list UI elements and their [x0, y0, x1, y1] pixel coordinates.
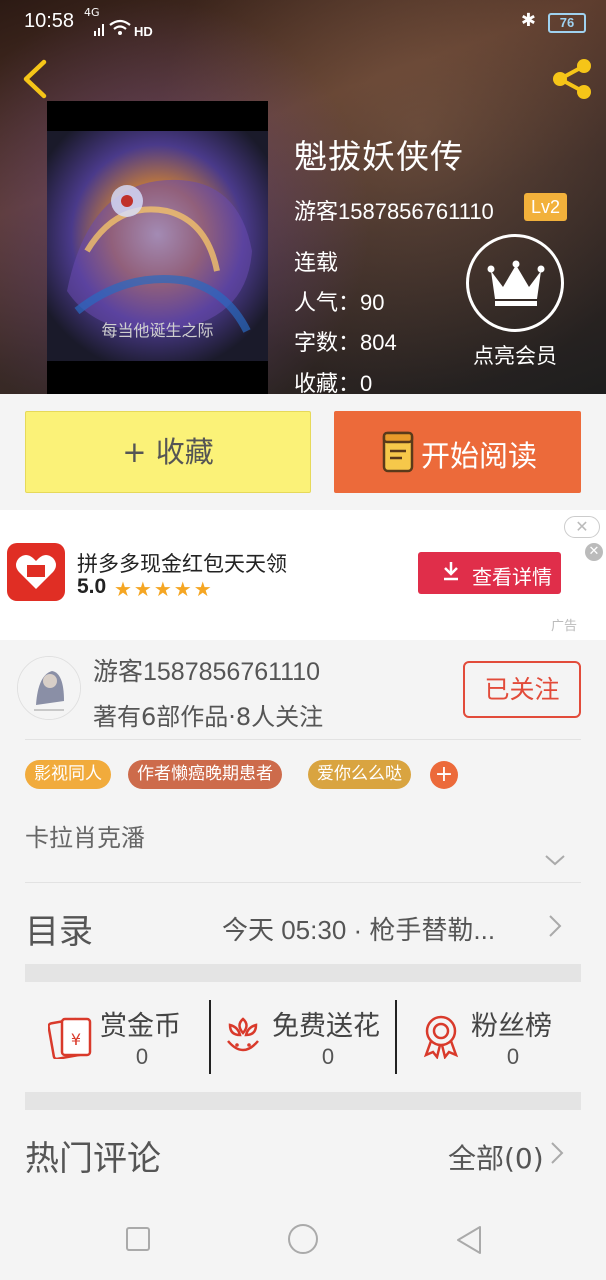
all-comments-link[interactable]: 全部(0)	[448, 1137, 544, 1177]
nav-back-icon[interactable]	[455, 1224, 483, 1256]
vip-button[interactable]	[466, 234, 564, 332]
stat-label-flowers: 免费送花	[272, 1011, 380, 1042]
ad-stars-icon: ★★★★★	[114, 577, 214, 601]
status-time: 10:58	[24, 10, 75, 32]
vip-label[interactable]: 点亮会员	[456, 340, 574, 370]
collect-button[interactable]: + 收藏	[25, 411, 311, 493]
back-arrow-icon[interactable]	[14, 56, 54, 102]
stat-label-reward: 赏金币	[100, 1011, 181, 1042]
add-tag-button[interactable]: +	[430, 761, 458, 789]
book-status: 连载	[294, 250, 339, 275]
book-description: 卡拉肖克潘	[25, 824, 145, 852]
status-bar: 10:58 4G HD ✱ 76	[0, 0, 606, 44]
book-cover[interactable]: 每当他诞生之际	[47, 101, 268, 394]
ad-title: 拼多多现金红包天天领	[77, 552, 287, 576]
start-reading-button[interactable]: 开始阅读	[334, 411, 581, 493]
cover-caption: 每当他诞生之际	[101, 321, 214, 340]
chevron-right-icon[interactable]	[550, 1141, 564, 1165]
toc-label[interactable]: 目录	[25, 904, 93, 953]
book-popularity: 人气：90	[294, 290, 385, 315]
tag-item[interactable]: 作者懒癌晚期患者	[128, 760, 282, 789]
tag-item[interactable]: 影视同人	[25, 760, 111, 789]
book-word-count: 字数：804	[294, 330, 397, 355]
hot-comments-label: 热门评论	[25, 1139, 161, 1179]
svg-text:¥: ¥	[71, 1030, 81, 1049]
download-icon	[444, 562, 458, 581]
level-badge: Lv2	[524, 193, 567, 221]
share-icon[interactable]	[548, 55, 596, 103]
crown-icon	[487, 260, 545, 306]
toc-latest-chapter[interactable]: 今天 05:30 · 枪手替勒...	[222, 910, 495, 947]
ad-dismiss-icon[interactable]: ✕	[585, 543, 603, 561]
ad-rating: 5.0	[77, 575, 107, 598]
section-separator	[25, 964, 581, 982]
stat-label-fans: 粉丝榜	[471, 1011, 552, 1042]
author-name[interactable]: 游客1587856761110	[93, 652, 320, 688]
ad-details-button[interactable]: 查看详情	[418, 552, 561, 594]
stat-value-fans: 0	[506, 1044, 520, 1069]
book-title: 魁拔妖侠传	[294, 137, 464, 176]
author-avatar[interactable]	[17, 656, 81, 720]
follow-button[interactable]: 已关注	[463, 661, 581, 718]
divider	[25, 882, 581, 883]
chevron-right-icon[interactable]	[548, 914, 562, 938]
ad-close-button[interactable]: ✕	[564, 516, 600, 538]
chevron-down-icon[interactable]	[544, 852, 566, 868]
home-button[interactable]	[288, 1224, 318, 1254]
bluetooth-icon: ✱	[520, 10, 536, 31]
flower-icon[interactable]	[220, 1013, 266, 1059]
battery-indicator: 76	[548, 13, 586, 33]
medal-icon[interactable]	[418, 1013, 464, 1059]
book-icon	[382, 431, 414, 473]
section-separator	[25, 1092, 581, 1110]
start-reading-label: 开始阅读	[421, 439, 538, 473]
book-author[interactable]: 游客1587856761110	[294, 194, 494, 226]
network-indicator: 4G	[84, 6, 100, 19]
wifi-icon	[109, 19, 131, 35]
divider	[25, 739, 581, 740]
divider	[395, 1000, 397, 1074]
stat-value-reward: 0	[135, 1044, 149, 1069]
divider	[209, 1000, 211, 1074]
author-stats: 著有6部作品·8人关注	[93, 703, 324, 731]
stat-value-flowers: 0	[321, 1044, 335, 1069]
wifi-hd-label: HD	[134, 24, 153, 39]
tag-item[interactable]: 爱你么么哒	[308, 760, 411, 789]
recent-apps-button[interactable]	[126, 1227, 150, 1251]
pinduoduo-logo-icon	[7, 543, 65, 601]
ad-details-label: 查看详情	[472, 565, 552, 589]
reward-coin-icon[interactable]: ¥	[48, 1013, 94, 1059]
ad-tag: 广告	[551, 619, 578, 634]
signal-icon	[94, 24, 104, 36]
